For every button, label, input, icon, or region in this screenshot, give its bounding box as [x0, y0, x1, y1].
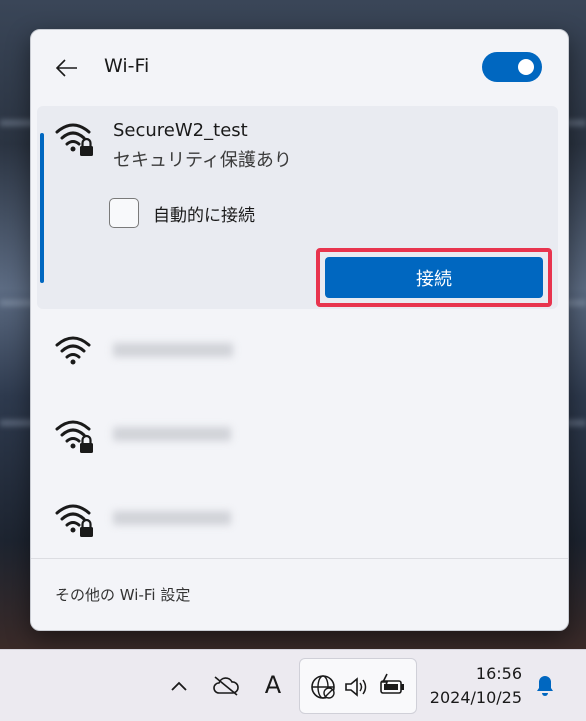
selection-indicator: [40, 133, 44, 283]
clock-time[interactable]: 16:56: [476, 664, 522, 683]
network-security-status: セキュリティ保護あり: [113, 150, 292, 171]
wifi-toggle[interactable]: [482, 52, 542, 82]
wifi-secured-icon: [55, 123, 93, 156]
network-item[interactable]: [31, 393, 568, 477]
auto-connect-checkbox[interactable]: [109, 198, 139, 228]
network-item[interactable]: [31, 477, 568, 561]
auto-connect-row[interactable]: 自動的に接続: [109, 198, 255, 228]
more-wifi-settings-link[interactable]: その他の Wi-Fi 設定: [55, 584, 190, 605]
connect-highlight-box: 接続: [316, 248, 552, 307]
wifi-secured-icon: [55, 504, 93, 537]
wifi-icon: [55, 336, 91, 365]
network-globe-icon: [311, 675, 335, 699]
network-item-selected[interactable]: SecureW2_test セキュリティ保護あり 自動的に接続 接続: [37, 106, 558, 309]
quick-settings-button[interactable]: [299, 658, 417, 714]
network-ssid: SecureW2_test: [113, 120, 248, 141]
footer-divider: [31, 558, 568, 559]
connect-button[interactable]: 接続: [325, 257, 543, 298]
bell-icon: [537, 676, 553, 696]
arrow-left-icon: [56, 59, 77, 77]
wifi-secured-icon: [55, 420, 93, 453]
network-ssid-blurred: [113, 427, 231, 441]
taskbar: A 16:56 2024/10/25: [0, 649, 586, 721]
network-ssid-blurred: [113, 511, 231, 525]
network-item[interactable]: [31, 309, 568, 393]
wifi-flyout: Wi-Fi SecureW2_test セキュリティ保護あり 自動的に接続 接続…: [30, 29, 569, 631]
show-hidden-icons-button[interactable]: [164, 670, 194, 702]
back-button[interactable]: [51, 52, 83, 84]
input-indicator[interactable]: A: [258, 666, 288, 704]
flyout-header: Wi-Fi: [31, 30, 568, 106]
notification-center-button[interactable]: [530, 670, 560, 702]
chevron-up-icon: [171, 681, 187, 691]
network-ssid-blurred: [113, 343, 233, 357]
battery-charging-icon: [380, 673, 404, 694]
toggle-knob: [518, 59, 534, 75]
onedrive-button[interactable]: [210, 670, 242, 702]
volume-icon: [345, 677, 367, 697]
clock-date[interactable]: 2024/10/25: [430, 688, 522, 707]
page-title: Wi-Fi: [104, 55, 150, 77]
cloud-offline-icon: [213, 676, 239, 696]
auto-connect-label: 自動的に接続: [153, 205, 255, 226]
